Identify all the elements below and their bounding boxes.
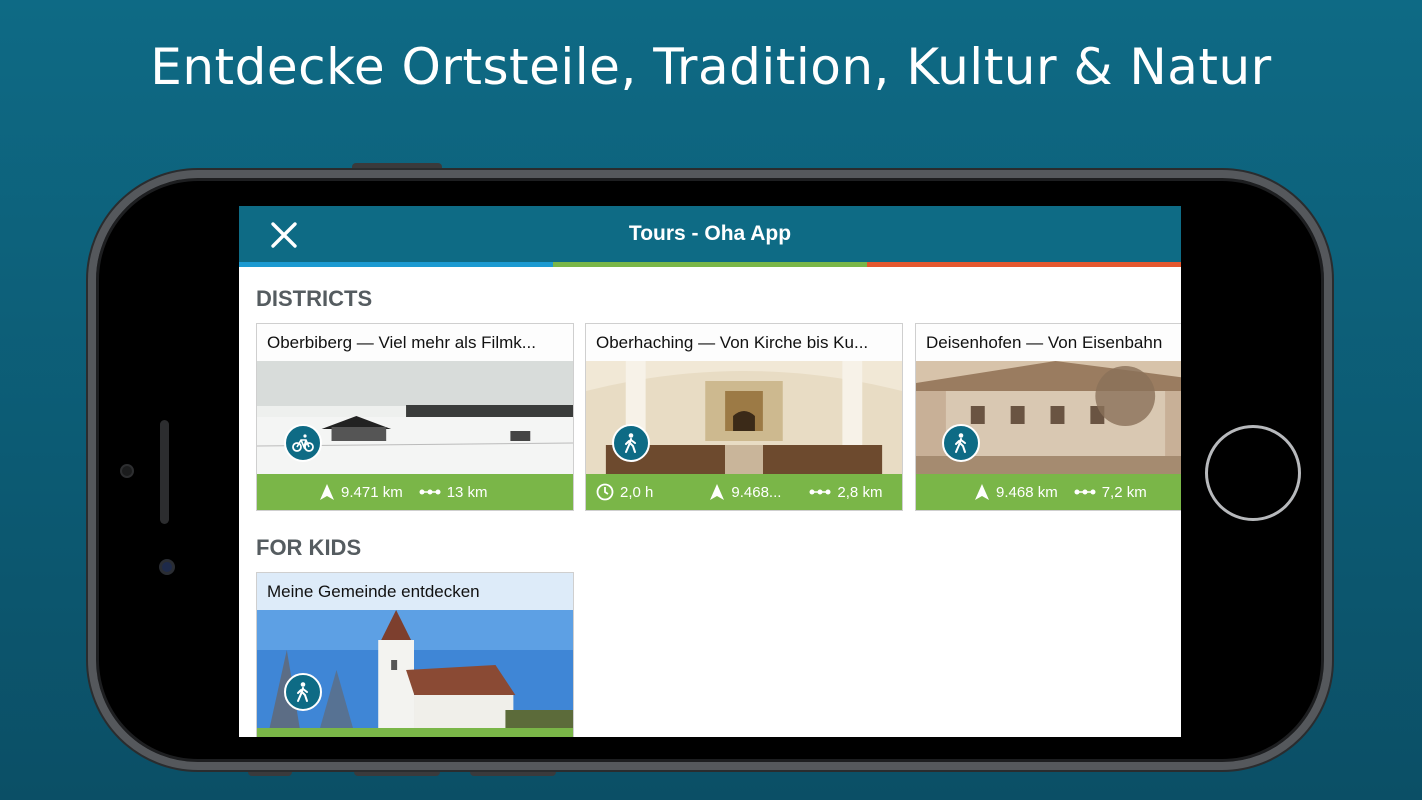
elevation-icon	[975, 484, 989, 500]
distance-stat: 2,8 km	[809, 484, 882, 501]
walking-icon	[612, 424, 650, 462]
phone-camera	[159, 559, 175, 575]
elevation-value: 9.468 km	[996, 483, 1058, 501]
tour-card-oberhaching[interactable]: Oberhaching — Von Kirche bis Ku... 2,0 h	[585, 323, 903, 511]
app-screen: Tours - Oha App DISTRICTS Oberbiberg — V…	[239, 206, 1181, 737]
phone-home-button[interactable]	[1205, 425, 1301, 521]
section-title-for-kids: FOR KIDS	[256, 535, 362, 560]
tour-card-stats: 9.471 km 13 km	[257, 474, 573, 510]
tour-card-oberbiberg[interactable]: Oberbiberg — Viel mehr als Filmk... 9.47…	[256, 323, 574, 511]
duration-stat: 2,0 h	[596, 483, 653, 501]
bicycle-icon	[284, 424, 322, 462]
elevation-icon	[710, 484, 725, 500]
tour-card-stats: 2,0 h 9.468... 2,8 km	[586, 474, 902, 510]
tour-card-title: Deisenhofen — Von Eisenbahn	[916, 324, 1181, 361]
tour-card-deisenhofen[interactable]: Deisenhofen — Von Eisenbahn 9.468 km 7,2…	[915, 323, 1181, 511]
distance-icon	[419, 489, 441, 495]
distance-stat: 7,2 km	[1074, 484, 1147, 501]
elevation-icon	[320, 484, 334, 500]
distance-stat: 13 km	[419, 484, 488, 501]
section-title-districts: DISTRICTS	[256, 286, 373, 311]
distance-value: 2,8 km	[837, 483, 883, 501]
app-bar: Tours - Oha App	[239, 206, 1181, 262]
tour-card-meine-gemeinde[interactable]: Meine Gemeinde entdecken	[256, 572, 574, 737]
elevation-value: 9.471 km	[341, 483, 403, 501]
elevation-value: 9.468...	[731, 483, 782, 501]
distance-icon	[809, 489, 831, 495]
elevation-stat: 9.468...	[709, 483, 781, 501]
duration-value: 2,0 h	[620, 483, 654, 501]
distance-value: 13 km	[446, 483, 488, 501]
walking-icon	[284, 673, 322, 711]
headline: Entdecke Ortsteile, Tradition, Kultur & …	[150, 38, 1272, 96]
tour-card-title: Oberbiberg — Viel mehr als Filmk...	[257, 324, 573, 361]
elevation-stat: 9.468 km	[974, 483, 1058, 501]
elevation-stat: 9.471 km	[319, 483, 403, 501]
distance-icon	[1074, 489, 1096, 495]
phone-sensor	[120, 464, 134, 478]
walking-icon	[942, 424, 980, 462]
distance-value: 7,2 km	[1101, 483, 1147, 501]
phone-speaker	[160, 420, 169, 524]
tour-card-title: Oberhaching — Von Kirche bis Ku...	[586, 324, 902, 361]
tour-card-stats: 9.468 km 7,2 km	[916, 474, 1181, 510]
app-title: Tours - Oha App	[628, 222, 792, 245]
clock-icon	[596, 483, 614, 501]
color-stripe	[239, 262, 1181, 267]
tour-card-title: Meine Gemeinde entdecken	[257, 573, 573, 610]
